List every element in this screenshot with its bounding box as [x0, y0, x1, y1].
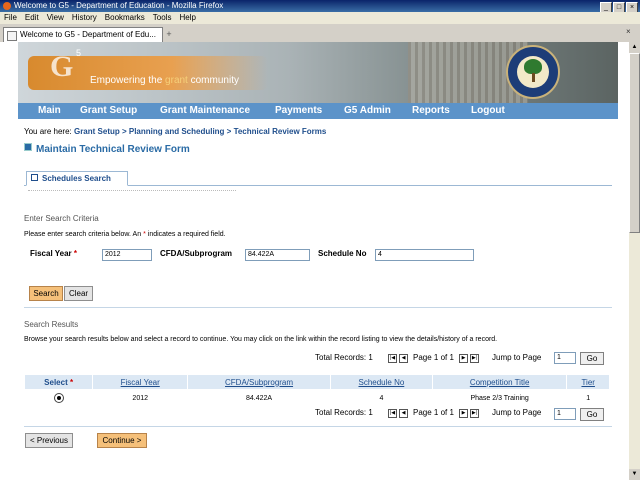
col-fiscal-year[interactable]: Fiscal Year: [92, 375, 189, 389]
cell-competition-title: Phase 2/3 Training: [470, 394, 529, 402]
g5-banner: G 5 Empowering the grant community: [18, 42, 618, 103]
results-note: Browse your search results below and sel…: [24, 336, 498, 343]
title-bullet-icon: [24, 143, 32, 151]
breadcrumb-planning-scheduling[interactable]: Planning and Scheduling: [129, 127, 225, 136]
nav-main[interactable]: Main: [38, 103, 61, 119]
jump-page-input-top[interactable]: 1: [554, 352, 576, 364]
breadcrumb: You are here: Grant Setup > Planning and…: [24, 127, 327, 136]
menu-bookmarks[interactable]: Bookmarks: [105, 13, 145, 22]
previous-button[interactable]: < Previous: [25, 433, 73, 448]
col-tier[interactable]: Tier: [566, 375, 610, 389]
jump-label-top: Jump to Page: [492, 353, 542, 362]
total-records-top: Total Records: 1: [315, 353, 373, 362]
g5-logo-sup: 5: [76, 48, 82, 58]
section-divider: [24, 426, 612, 427]
menu-help[interactable]: Help: [179, 13, 195, 22]
scroll-thumb[interactable]: [629, 53, 640, 233]
menu-file[interactable]: File: [4, 13, 17, 22]
nav-grant-setup[interactable]: Grant Setup: [80, 103, 137, 119]
menu-view[interactable]: View: [47, 13, 64, 22]
page-info-bottom: Page 1 of 1: [413, 408, 454, 417]
schedule-no-input[interactable]: 4: [375, 249, 474, 261]
fiscal-year-input[interactable]: 2012: [102, 249, 152, 261]
browser-tab[interactable]: Welcome to G5 - Department of Edu...: [3, 27, 163, 42]
schedule-no-label: Schedule No: [318, 249, 367, 258]
nav-grant-maintenance[interactable]: Grant Maintenance: [160, 103, 250, 119]
criteria-note: Please enter search criteria below. An *…: [24, 231, 226, 238]
vertical-scrollbar[interactable]: ▲ ▼: [629, 42, 640, 480]
divider: [28, 190, 236, 191]
page: G 5 Empowering the grant community Main …: [18, 42, 618, 480]
cfda-input[interactable]: 84.422A: [245, 249, 310, 261]
go-button-bottom[interactable]: Go: [580, 408, 604, 421]
breadcrumb-technical-review-forms[interactable]: Technical Review Forms: [234, 127, 327, 136]
col-select: Select *: [25, 375, 94, 389]
select-cell: [25, 389, 93, 407]
firefox-icon: [3, 2, 11, 10]
results-heading: Search Results: [24, 320, 79, 329]
jump-page-input-bottom[interactable]: 1: [554, 408, 576, 420]
nav-logout[interactable]: Logout: [471, 103, 505, 119]
nav-g5-admin[interactable]: G5 Admin: [344, 103, 391, 119]
menu-tools[interactable]: Tools: [153, 13, 172, 22]
col-schedule-no[interactable]: Schedule No: [330, 375, 433, 389]
cfda-label: CFDA/Subprogram: [160, 249, 232, 258]
continue-button[interactable]: Continue >: [97, 433, 147, 448]
scroll-up-icon[interactable]: ▲: [629, 42, 640, 53]
criteria-heading: Enter Search Criteria: [24, 214, 99, 223]
jump-label-bottom: Jump to Page: [492, 408, 542, 417]
section-divider: [24, 307, 612, 308]
close-tab-icon[interactable]: ×: [626, 28, 634, 36]
page-info-top: Page 1 of 1: [413, 353, 454, 362]
menu-history[interactable]: History: [72, 13, 97, 22]
go-button-top[interactable]: Go: [580, 352, 604, 365]
menu-bar: File Edit View History Bookmarks Tools Help: [0, 12, 640, 24]
banner-tagline: Empowering the grant community: [90, 75, 239, 86]
next-page-icon[interactable]: ▶: [459, 409, 468, 418]
table-row: 2012 84.422A 4 Phase 2/3 Training 1: [25, 389, 610, 407]
menu-edit[interactable]: Edit: [25, 13, 39, 22]
fiscal-year-label: Fiscal Year *: [30, 249, 78, 258]
cell-cfda: 84.422A: [245, 394, 273, 402]
col-cfda[interactable]: CFDA/Subprogram: [187, 375, 331, 389]
new-tab-button[interactable]: +: [162, 28, 176, 40]
page-icon: [7, 31, 17, 41]
search-button[interactable]: Search: [29, 286, 63, 301]
total-records-bottom: Total Records: 1: [315, 408, 373, 417]
breadcrumb-grant-setup[interactable]: Grant Setup: [74, 127, 120, 136]
last-page-icon[interactable]: ▶|: [470, 354, 479, 363]
cell-schedule-no: 4: [379, 394, 384, 402]
select-radio[interactable]: [53, 393, 64, 403]
cell-fiscal-year: 2012: [132, 394, 148, 402]
last-page-icon[interactable]: ▶|: [470, 409, 479, 418]
first-page-icon[interactable]: |◀: [388, 354, 397, 363]
results-table: Select * Fiscal Year CFDA/Subprogram Sch…: [25, 375, 610, 407]
tab-icon: [31, 174, 38, 181]
g5-logo: G: [50, 50, 74, 83]
nav-reports[interactable]: Reports: [412, 103, 450, 119]
browser-tab-bar: Welcome to G5 - Department of Edu... +: [0, 24, 640, 43]
cell-tier: 1: [586, 394, 591, 402]
prev-page-icon[interactable]: ◀: [399, 409, 408, 418]
next-page-icon[interactable]: ▶: [459, 354, 468, 363]
window-title-bar: Welcome to G5 - Department of Education …: [0, 0, 640, 13]
first-page-icon[interactable]: |◀: [388, 409, 397, 418]
page-title: Maintain Technical Review Form: [24, 143, 190, 155]
main-nav: Main Grant Setup Grant Maintenance Payme…: [18, 103, 618, 119]
department-seal-icon: [506, 45, 560, 99]
section-tabs: Schedules Search: [24, 171, 612, 186]
col-competition-title[interactable]: Competition Title: [432, 375, 568, 389]
clear-button[interactable]: Clear: [64, 286, 93, 301]
scroll-down-icon[interactable]: ▼: [629, 469, 640, 480]
nav-payments[interactable]: Payments: [275, 103, 322, 119]
prev-page-icon[interactable]: ◀: [399, 354, 408, 363]
tab-schedules-search[interactable]: Schedules Search: [26, 171, 128, 186]
browser-tab-title: Welcome to G5 - Department of Edu...: [20, 30, 156, 39]
browser-viewport: G 5 Empowering the grant community Main …: [0, 42, 629, 480]
window-title: Welcome to G5 - Department of Education …: [14, 1, 224, 10]
